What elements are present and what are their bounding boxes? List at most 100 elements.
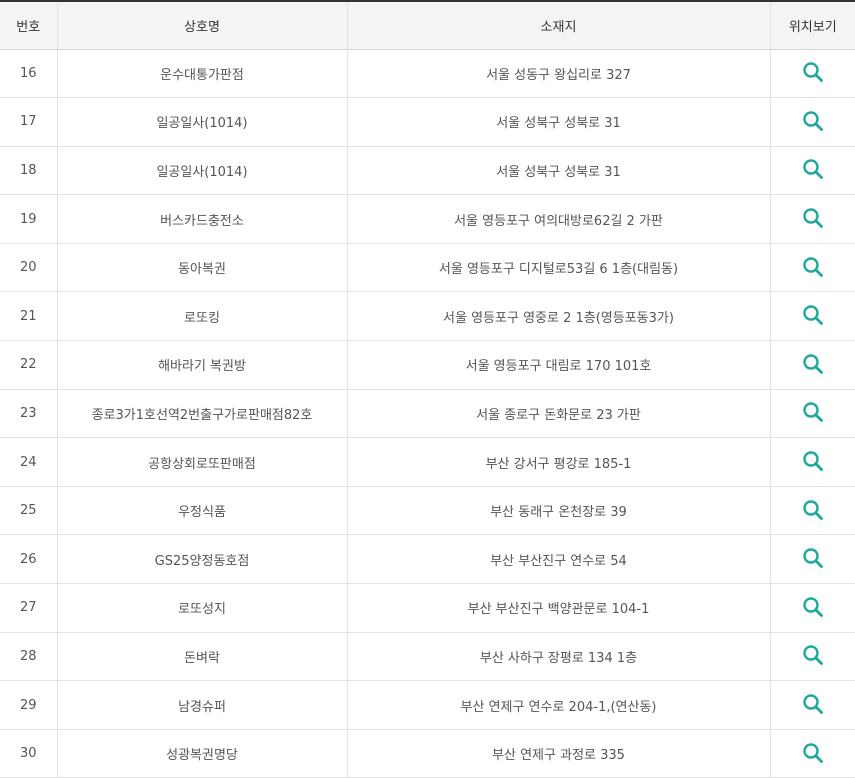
view-location-button[interactable] — [800, 691, 826, 717]
store-address: 부산 연제구 연수로 204-1,(연산동) — [346, 680, 770, 730]
view-location-button[interactable] — [800, 497, 826, 523]
row-number: 29 — [0, 680, 57, 730]
location-cell — [769, 437, 855, 487]
store-address: 서울 영등포구 대림로 170 101호 — [346, 340, 770, 390]
search-icon — [803, 597, 823, 617]
table-row: 16 운수대통가판점 서울 성동구 왕십리로 327 — [0, 49, 855, 99]
search-icon — [803, 208, 823, 228]
store-address: 서울 영등포구 영중로 2 1층(영등포동3가) — [346, 291, 770, 342]
store-name: 일공일사(1014) — [56, 146, 347, 196]
location-cell — [769, 194, 855, 244]
search-icon — [803, 645, 823, 666]
store-address: 서울 종로구 돈화문로 23 가판 — [346, 389, 770, 439]
store-list-table-wrap: 번호 상호명 소재지 위치보기 16 운수대통가판점 서울 성동구 왕십리로 327… — [0, 0, 855, 778]
store-name: GS25양정동호점 — [56, 534, 347, 585]
column-header-store-name: 상호명 — [56, 0, 347, 50]
table-row: 19 버스카드충전소 서울 영등포구 여의대방로62길 2 가판 — [0, 194, 855, 244]
table-row: 26 GS25양정동호점 부산 부산진구 연수로 54 — [0, 534, 855, 585]
store-address: 부산 연제구 과정로 335 — [346, 729, 770, 778]
table-row: 21 로또킹 서울 영등포구 영중로 2 1층(영등포동3가) — [0, 291, 855, 342]
store-name: 동아복권 — [56, 243, 347, 293]
store-address: 부산 동래구 온천장로 39 — [346, 486, 770, 536]
search-icon — [803, 354, 823, 374]
table-row: 23 종로3가1호선역2번출구가로판매점82호 서울 종로구 돈화문로 23 가판 — [0, 389, 855, 439]
search-icon — [803, 159, 823, 180]
location-cell — [769, 49, 855, 99]
view-location-button[interactable] — [800, 156, 826, 182]
search-icon — [803, 694, 823, 714]
row-number: 28 — [0, 632, 57, 682]
search-icon — [803, 548, 823, 569]
column-header-location: 위치보기 — [769, 0, 855, 50]
location-cell — [769, 729, 855, 778]
store-address: 서울 영등포구 여의대방로62길 2 가판 — [346, 194, 770, 244]
search-icon — [803, 62, 823, 83]
table-row: 27 로또성지 부산 부산진구 백양관문로 104-1 — [0, 583, 855, 633]
view-location-button[interactable] — [800, 594, 826, 620]
store-name: 남경슈퍼 — [56, 680, 347, 730]
row-number: 17 — [0, 97, 57, 147]
store-name: 우정식품 — [56, 486, 347, 536]
store-address: 서울 성북구 성북로 31 — [346, 97, 770, 147]
location-cell — [769, 486, 855, 536]
table-row: 28 돈벼락 부산 사하구 장평로 134 1층 — [0, 632, 855, 682]
location-cell — [769, 632, 855, 682]
table-row: 30 성광복권명당 부산 연제구 과정로 335 — [0, 729, 855, 778]
view-location-button[interactable] — [800, 254, 826, 280]
store-name: 로또킹 — [56, 291, 347, 342]
store-address: 부산 부산진구 연수로 54 — [346, 534, 770, 585]
table-body: 16 운수대통가판점 서울 성동구 왕십리로 327 17 일공일사(1014) 서울 성… — [0, 49, 855, 778]
store-name: 로또성지 — [56, 583, 347, 633]
store-name: 버스카드충전소 — [56, 194, 347, 244]
view-location-button[interactable] — [800, 108, 826, 134]
store-name: 일공일사(1014) — [56, 97, 347, 147]
store-address: 서울 성동구 왕십리로 327 — [346, 49, 770, 99]
location-cell — [769, 534, 855, 585]
view-location-button[interactable] — [800, 545, 826, 571]
row-number: 22 — [0, 340, 57, 390]
view-location-button[interactable] — [800, 448, 826, 474]
view-location-button[interactable] — [800, 205, 826, 231]
view-location-button[interactable] — [800, 740, 826, 766]
table-row: 22 해바라기 복권방 서울 영등포구 대림로 170 101호 — [0, 340, 855, 390]
table-row: 24 공항상회로또판매점 부산 강서구 평강로 185-1 — [0, 437, 855, 487]
location-cell — [769, 340, 855, 390]
store-name: 성광복권명당 — [56, 729, 347, 778]
store-address: 부산 강서구 평강로 185-1 — [346, 437, 770, 487]
row-number: 27 — [0, 583, 57, 633]
row-number: 23 — [0, 389, 57, 439]
row-number: 26 — [0, 534, 57, 585]
row-number: 25 — [0, 486, 57, 536]
store-name: 돈벼락 — [56, 632, 347, 682]
view-location-button[interactable] — [800, 59, 826, 85]
row-number: 16 — [0, 49, 57, 99]
column-header-number: 번호 — [0, 0, 57, 50]
search-icon — [803, 451, 823, 471]
search-icon — [803, 111, 823, 131]
store-name: 공항상회로또판매점 — [56, 437, 347, 487]
table-row: 25 우정식품 부산 동래구 온천장로 39 — [0, 486, 855, 536]
view-location-button[interactable] — [800, 302, 826, 328]
search-icon — [803, 256, 823, 277]
store-list-table: 번호 상호명 소재지 위치보기 16 운수대통가판점 서울 성동구 왕십리로 327… — [0, 0, 855, 778]
row-number: 24 — [0, 437, 57, 487]
location-cell — [769, 583, 855, 633]
table-row: 20 동아복권 서울 영등포구 디지털로53길 6 1층(대림동) — [0, 243, 855, 293]
location-cell — [769, 243, 855, 293]
row-number: 30 — [0, 729, 57, 778]
search-icon — [803, 742, 823, 763]
location-cell — [769, 680, 855, 730]
view-location-button[interactable] — [800, 351, 826, 377]
table-header: 번호 상호명 소재지 위치보기 — [0, 0, 855, 50]
row-number: 18 — [0, 146, 57, 196]
store-address: 부산 부산진구 백양관문로 104-1 — [346, 583, 770, 633]
store-address: 서울 성북구 성북로 31 — [346, 146, 770, 196]
view-location-button[interactable] — [800, 399, 826, 425]
search-icon — [803, 305, 823, 326]
table-row: 29 남경슈퍼 부산 연제구 연수로 204-1,(연산동) — [0, 680, 855, 730]
search-icon — [803, 499, 823, 520]
location-cell — [769, 389, 855, 439]
view-location-button[interactable] — [800, 642, 826, 668]
table-row: 17 일공일사(1014) 서울 성북구 성북로 31 — [0, 97, 855, 147]
store-address: 부산 사하구 장평로 134 1층 — [346, 632, 770, 682]
